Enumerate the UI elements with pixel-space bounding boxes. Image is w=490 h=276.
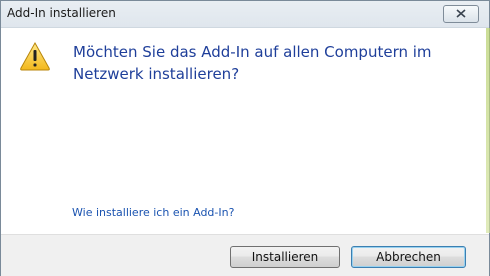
close-icon	[456, 9, 466, 18]
window-title: Add-In installieren	[7, 6, 116, 20]
install-button[interactable]: Installieren	[230, 246, 340, 268]
dialog-footer: Installieren Abbrechen	[1, 234, 489, 276]
help-link[interactable]: Wie installiere ich ein Add-In?	[72, 206, 234, 219]
background-edge	[486, 28, 490, 233]
dialog-window: Add-In installieren Möchten Sie das Add-…	[0, 0, 490, 276]
cancel-button[interactable]: Abbrechen	[351, 246, 466, 268]
warning-icon	[20, 41, 50, 71]
dialog-question: Möchten Sie das Add-In auf allen Compute…	[73, 43, 432, 83]
title-bar[interactable]: Add-In installieren	[1, 1, 489, 28]
close-button[interactable]	[443, 5, 479, 23]
